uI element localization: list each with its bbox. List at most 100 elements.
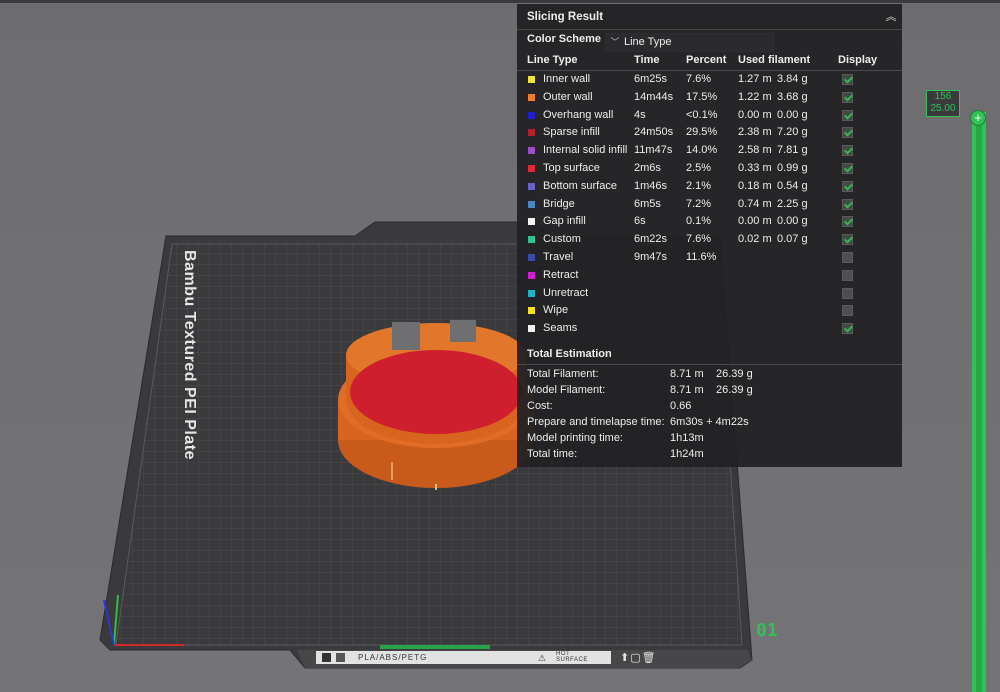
table-row: Bridge 6m5s 7.2% 0.74 m 2.25 g bbox=[517, 196, 902, 214]
total-value: 6m30s + 4m22s bbox=[670, 416, 749, 428]
line-type-name: Top surface bbox=[543, 161, 600, 174]
line-percent: 0.1% bbox=[686, 215, 712, 228]
display-checkbox[interactable] bbox=[842, 74, 853, 85]
delete-plate-icon[interactable]: 🗑 bbox=[642, 652, 657, 664]
lock-plate-icon[interactable]: ⬆ bbox=[620, 652, 630, 664]
line-type-table: Inner wall 6m25s 7.6% 1.27 m 3.84 g Outer wal… bbox=[517, 71, 902, 338]
color-swatch bbox=[528, 236, 535, 244]
display-checkbox[interactable] bbox=[842, 269, 853, 281]
color-swatch bbox=[528, 111, 535, 119]
table-row: Custom 6m22s 7.6% 0.02 m 0.07 g bbox=[517, 231, 902, 249]
line-filament-weight: 0.00 g bbox=[777, 108, 808, 121]
line-type-name: Bottom surface bbox=[543, 179, 617, 192]
line-filament-length: 0.18 m bbox=[738, 179, 772, 192]
layer-slider-handle[interactable]: + bbox=[970, 110, 986, 126]
line-percent: 2.1% bbox=[686, 179, 712, 192]
display-checkbox[interactable] bbox=[842, 109, 853, 121]
table-row: Sparse infill 24m50s 29.5% 2.38 m 7.20 g bbox=[517, 124, 902, 142]
display-checkbox[interactable] bbox=[842, 180, 853, 192]
line-type-name: Gap infill bbox=[543, 215, 586, 228]
color-swatch bbox=[528, 218, 535, 226]
line-type-name: Overhang wall bbox=[543, 108, 614, 121]
table-row: Overhang wall 4s <0.1% 0.00 m 0.00 g bbox=[517, 107, 902, 125]
plate-settings-icon[interactable]: ▢ bbox=[630, 652, 641, 664]
display-checkbox[interactable] bbox=[842, 162, 853, 174]
total-label: Total time: bbox=[527, 448, 578, 460]
line-filament-weight: 7.20 g bbox=[777, 126, 808, 139]
line-percent: <0.1% bbox=[686, 108, 718, 121]
line-percent: 17.5% bbox=[686, 90, 718, 103]
total-row: Cost: 0.66 bbox=[517, 398, 902, 414]
display-checkbox[interactable] bbox=[842, 198, 853, 210]
color-swatch bbox=[528, 271, 535, 279]
table-row: Retract bbox=[517, 267, 902, 285]
line-filament-weight: 3.84 g bbox=[777, 73, 808, 85]
total-estimation-title: Total Estimation bbox=[527, 348, 612, 360]
line-type-name: Custom bbox=[543, 233, 581, 246]
line-type-name: Bridge bbox=[543, 197, 575, 210]
color-swatch bbox=[528, 147, 535, 155]
display-checkbox[interactable] bbox=[842, 145, 853, 157]
display-checkbox[interactable] bbox=[842, 91, 853, 103]
table-row: Internal solid infill 11m47s 14.0% 2.58 m 7.… bbox=[517, 142, 902, 160]
layer-readout: 156 25.00 bbox=[926, 90, 960, 117]
line-percent: 7.6% bbox=[686, 73, 712, 85]
layer-number: 156 bbox=[934, 91, 952, 102]
line-filament-weight: 0.00 g bbox=[777, 215, 808, 228]
collapse-icon[interactable]: ︽ bbox=[884, 10, 898, 24]
line-type-name: Unretract bbox=[543, 286, 589, 299]
display-checkbox[interactable] bbox=[842, 305, 853, 317]
table-row: Seams bbox=[517, 320, 902, 338]
line-type-name: Sparse infill bbox=[543, 126, 600, 139]
line-percent: 2.5% bbox=[686, 161, 712, 174]
color-swatch bbox=[528, 93, 535, 101]
display-checkbox[interactable] bbox=[842, 323, 853, 335]
color-swatch bbox=[528, 76, 535, 83]
line-filament-weight: 2.25 g bbox=[777, 197, 808, 210]
display-checkbox[interactable] bbox=[842, 251, 853, 263]
line-filament-weight: 0.07 g bbox=[777, 233, 808, 246]
line-filament-length: 0.33 m bbox=[738, 161, 772, 174]
plate-number[interactable]: 01 bbox=[756, 620, 778, 641]
color-scheme-dropdown[interactable]: ﹀ Line Type bbox=[605, 33, 774, 52]
display-checkbox[interactable] bbox=[842, 216, 853, 228]
line-percent: 14.0% bbox=[686, 144, 718, 157]
display-checkbox[interactable] bbox=[842, 287, 853, 299]
warning-icon: ⚠ bbox=[538, 653, 547, 663]
color-scheme-label: Color Scheme bbox=[527, 33, 601, 45]
total-row: Total time: 1h24m bbox=[517, 446, 902, 462]
color-scheme-value: Line Type bbox=[624, 36, 672, 48]
line-percent: 7.6% bbox=[686, 233, 712, 246]
display-checkbox[interactable] bbox=[842, 234, 853, 246]
line-filament-length: 2.58 m bbox=[738, 144, 772, 157]
divider bbox=[517, 364, 902, 365]
line-time: 6m22s bbox=[634, 233, 668, 246]
col-header-time: Time bbox=[634, 54, 660, 66]
line-filament-length: 0.00 m bbox=[738, 215, 772, 228]
line-time: 4s bbox=[634, 108, 646, 121]
table-row: Travel 9m47s 11.6% bbox=[517, 249, 902, 267]
line-type-name: Travel bbox=[543, 250, 574, 263]
layer-height: 25.00 bbox=[930, 103, 956, 114]
line-filament-length: 1.22 m bbox=[738, 90, 772, 103]
total-label: Cost: bbox=[527, 400, 553, 412]
table-row: Gap infill 6s 0.1% 0.00 m 0.00 g bbox=[517, 213, 902, 231]
total-value: 1h24m bbox=[670, 448, 704, 460]
line-type-name: Seams bbox=[543, 322, 578, 335]
line-type-name: Wipe bbox=[543, 304, 569, 317]
color-swatch bbox=[528, 325, 535, 333]
table-row: Bottom surface 1m46s 2.1% 0.18 m 0.54 g bbox=[517, 178, 902, 196]
line-filament-weight: 7.81 g bbox=[777, 144, 808, 157]
display-checkbox[interactable] bbox=[842, 127, 853, 139]
line-type-name: Outer wall bbox=[543, 90, 593, 103]
line-time: 6m5s bbox=[634, 197, 661, 210]
line-filament-length: 0.00 m bbox=[738, 108, 772, 121]
total-value-2: 26.39 g bbox=[716, 368, 753, 380]
plate-material-label: PLA/ABS/PETG bbox=[358, 653, 428, 662]
color-swatch bbox=[528, 307, 535, 315]
total-value: 0.66 bbox=[670, 400, 692, 412]
layer-slider-range bbox=[976, 126, 982, 692]
color-swatch bbox=[528, 129, 535, 137]
chevron-down-icon: ﹀ bbox=[610, 37, 620, 47]
plate-action-icons[interactable]: ⬆▢🗑 bbox=[620, 651, 657, 664]
